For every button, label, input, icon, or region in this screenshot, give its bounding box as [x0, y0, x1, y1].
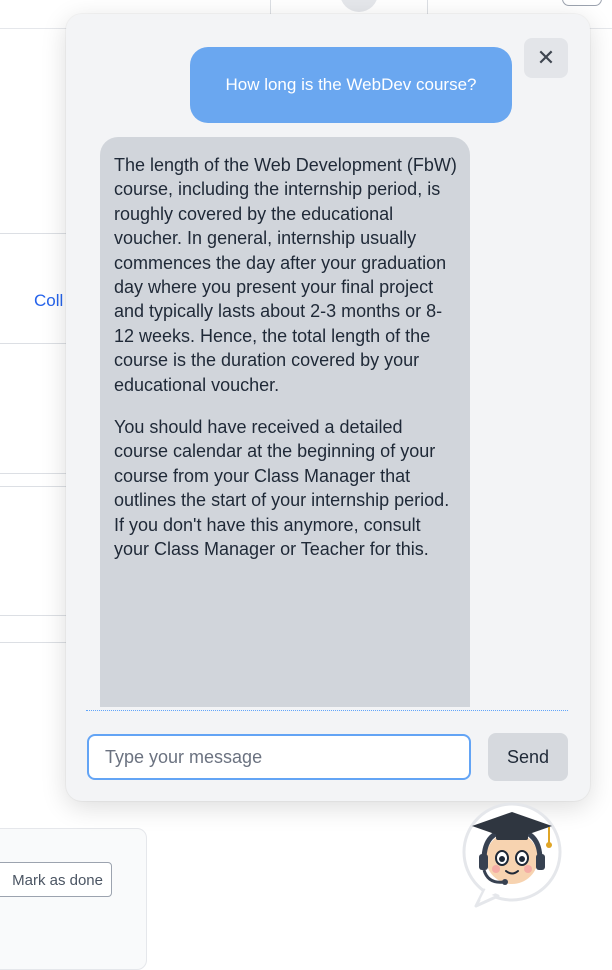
bot-message-bubble: The length of the Web Development (FbW) … — [100, 137, 470, 707]
user-message-bubble: How long is the WebDev course? — [190, 47, 512, 123]
background-row-divider — [0, 343, 70, 344]
mark-as-done-button[interactable]: Mark as done — [0, 862, 112, 897]
background-divider — [427, 0, 428, 14]
activity-card — [0, 828, 147, 970]
send-button[interactable]: Send — [488, 733, 568, 781]
graduate-bot-avatar-icon[interactable] — [454, 800, 570, 912]
background-row-divider — [0, 233, 70, 234]
collapse-link[interactable]: Coll — [34, 291, 63, 311]
close-chat-button[interactable]: ✕ — [524, 38, 568, 78]
message-input[interactable] — [87, 734, 471, 780]
chat-panel: ✕ How long is the WebDev course? The len… — [66, 14, 590, 801]
bot-message-paragraph: You should have received a detailed cour… — [114, 417, 450, 560]
background-row-divider — [0, 615, 70, 616]
background-row-divider — [0, 642, 70, 643]
user-message-text: How long is the WebDev course? — [225, 75, 477, 94]
bot-message-paragraph: The length of the Web Development (FbW) … — [114, 155, 457, 395]
background-divider — [270, 0, 271, 14]
background-toggle[interactable] — [562, 0, 602, 6]
message-area-divider — [86, 710, 568, 711]
close-icon: ✕ — [536, 45, 556, 70]
background-row-divider — [0, 473, 70, 474]
background-row-divider — [0, 486, 70, 487]
